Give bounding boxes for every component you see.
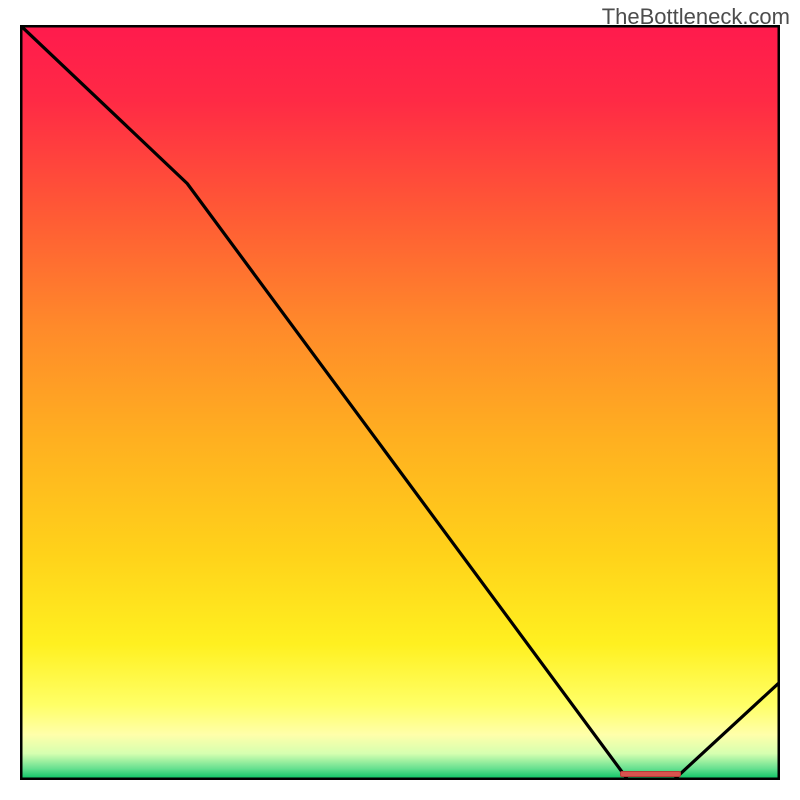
plot-area	[20, 25, 780, 780]
background-gradient	[20, 25, 780, 780]
plot-inner	[20, 25, 780, 780]
optimal-range-marker	[620, 771, 681, 777]
watermark-text: TheBottleneck.com	[602, 4, 790, 30]
chart-container: TheBottleneck.com	[0, 0, 800, 800]
